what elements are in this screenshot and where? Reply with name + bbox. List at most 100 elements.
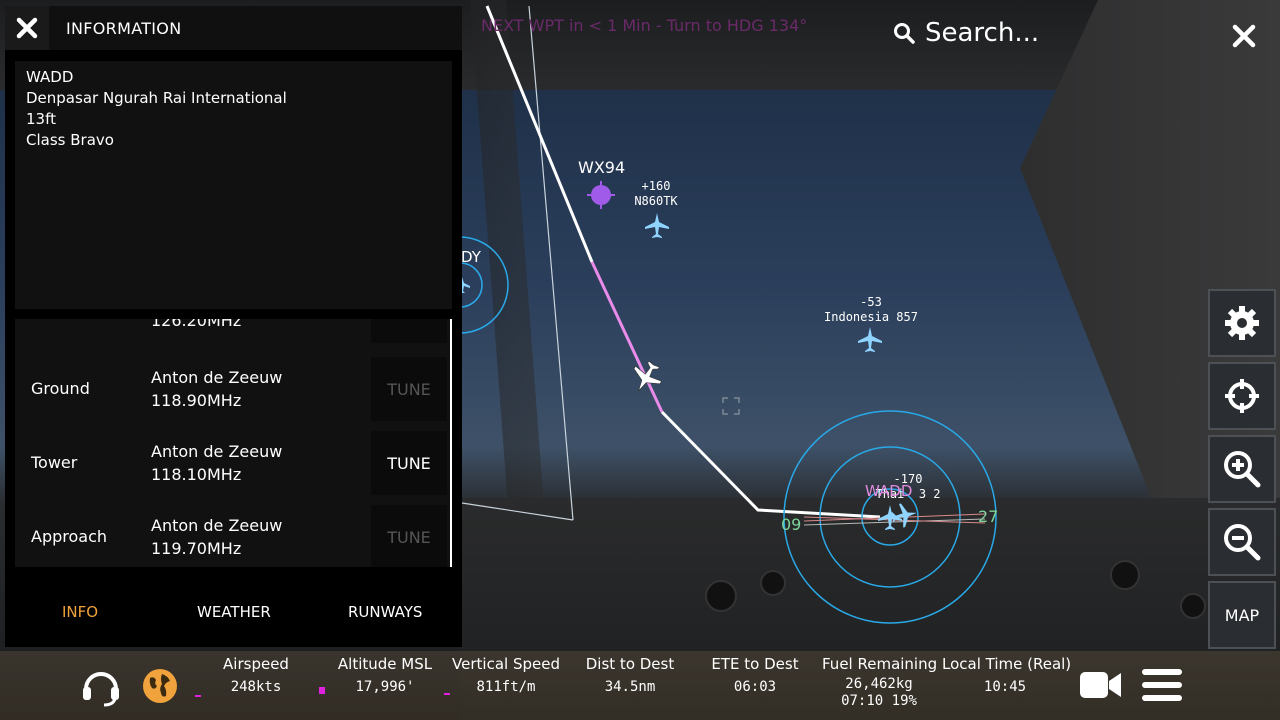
- vertical-speed-label: Vertical Speed: [452, 655, 560, 673]
- search-input[interactable]: [925, 18, 1155, 48]
- map-center-crosshair-icon: [722, 397, 740, 415]
- airport-name: Denpasar Ngurah Rai International: [26, 89, 287, 107]
- ete-value: 06:03: [733, 679, 777, 695]
- close-panel-button[interactable]: [5, 6, 49, 50]
- frequency-name: Ground: [31, 379, 90, 398]
- airport-icao: WADD: [26, 68, 74, 86]
- frequency-name: Tower: [31, 453, 78, 472]
- panel-tabs: INFO WEATHER RUNWAYS: [5, 591, 462, 635]
- weather-station-label[interactable]: WX94: [578, 158, 625, 177]
- search-bar[interactable]: [893, 18, 1155, 48]
- runway-label-09: 09: [781, 515, 802, 534]
- fuel-value: 26,462kg: [845, 676, 913, 692]
- altitude-readout[interactable]: Altitude MSL 17,996': [330, 651, 440, 696]
- search-icon: [894, 23, 915, 44]
- vertical-speed-readout[interactable]: Vertical Speed 811ft/m: [450, 651, 562, 696]
- map-button-label: MAP: [1224, 605, 1260, 625]
- frequency-value: 126.20MHz: [151, 319, 242, 330]
- dist-to-dest-readout[interactable]: Dist to Dest 34.5nm: [580, 651, 680, 696]
- own-aircraft-icon: [633, 360, 662, 392]
- fuel-readout[interactable]: Fuel Remaining 26,462kg 07:10 19%: [822, 651, 938, 710]
- active-route-segment: [590, 261, 664, 413]
- panel-title: INFORMATION: [66, 19, 182, 38]
- dist-label: Dist to Dest: [585, 655, 675, 673]
- frequency-value: 119.70MHz: [151, 539, 242, 558]
- tune-button-tower[interactable]: TUNE: [371, 431, 447, 495]
- settings-button[interactable]: [1208, 289, 1276, 357]
- traffic-callsign: Indonesia 857: [824, 310, 918, 324]
- frequency-value: 118.90MHz: [151, 391, 242, 410]
- local-time-label: Local Time (Real): [942, 655, 1072, 673]
- route-segment: [485, 5, 594, 263]
- runway-label-27: 27: [978, 507, 999, 526]
- frequency-row-ground: Ground Anton de Zeeuw 118.90MHz TUNE: [15, 357, 452, 421]
- waypoint-message: NEXT WPT in < 1 Min - Turn to HDG 134°: [481, 16, 808, 35]
- close-search-icon[interactable]: [1230, 22, 1258, 50]
- airport-info-box: WADD Denpasar Ngurah Rai International 1…: [15, 61, 452, 309]
- fuel-label: Fuel Remaining: [822, 655, 938, 673]
- status-bar: Airspeed 248kts Altitude MSL 17,996' Ver…: [0, 651, 1280, 720]
- traffic-aircraft-icon: [858, 327, 882, 352]
- traffic-altitude: -53: [860, 295, 882, 309]
- controller-name: Anton de Zeeuw: [151, 368, 283, 387]
- traffic-label-indonesia-857[interactable]: -53 Indonesia 857: [815, 295, 927, 325]
- information-panel: INFORMATION WADD Denpasar Ngurah Rai Int…: [5, 6, 462, 647]
- approach-line: [528, 5, 574, 521]
- altitude-value: 17,996': [355, 679, 415, 695]
- traffic-aircraft-icon: [645, 213, 669, 238]
- airspeed-value: 248kts: [230, 679, 282, 695]
- tab-runways[interactable]: RUNWAYS: [348, 603, 422, 621]
- traffic-altitude: +160: [641, 179, 671, 193]
- route-segment: [660, 410, 881, 519]
- center-on-aircraft-button[interactable]: [1208, 362, 1276, 430]
- local-time-value: 10:45: [983, 679, 1027, 695]
- controller-name: Anton de Zeeuw: [151, 442, 283, 461]
- panel-header: INFORMATION: [5, 6, 462, 50]
- globe-icon[interactable]: [142, 668, 178, 704]
- tune-button[interactable]: [371, 319, 447, 343]
- frequency-name: Approach: [31, 527, 108, 546]
- airport-label[interactable]: WADD: [865, 482, 912, 500]
- frequency-list[interactable]: 126.20MHz Ground Anton de Zeeuw 118.90MH…: [15, 319, 452, 567]
- airspace-class: Class Bravo: [26, 131, 114, 149]
- traffic-callsign: N860TK: [634, 194, 678, 208]
- frequency-details: Anton de Zeeuw 118.10MHz: [151, 440, 282, 486]
- zoom-out-icon: [1224, 524, 1261, 561]
- frequency-list-scrollbar[interactable]: [450, 319, 452, 567]
- zoom-out-button[interactable]: [1208, 508, 1276, 576]
- frequency-row: 126.20MHz: [15, 319, 452, 343]
- ete-readout[interactable]: ETE to Dest 06:03: [705, 651, 805, 696]
- airspeed-readout[interactable]: Airspeed 248kts: [215, 651, 297, 696]
- tab-weather[interactable]: WEATHER: [197, 603, 271, 621]
- atc-headset-icon[interactable]: [80, 665, 122, 707]
- camera-icon[interactable]: [1080, 670, 1122, 700]
- traffic-aircraft-icon: [891, 503, 917, 528]
- airport-elevation: 13ft: [26, 110, 56, 128]
- approach-line: [461, 502, 574, 521]
- gear-icon: [1225, 306, 1259, 340]
- frequency-details: Anton de Zeeuw 119.70MHz: [151, 514, 282, 560]
- dist-value: 34.5nm: [604, 679, 656, 695]
- controller-name: Anton de Zeeuw: [151, 516, 283, 535]
- zoom-in-button[interactable]: [1208, 435, 1276, 503]
- menu-icon[interactable]: [1142, 668, 1182, 702]
- weather-station-marker: [587, 181, 615, 209]
- vertical-speed-value: 811ft/m: [476, 679, 536, 695]
- zoom-in-icon: [1224, 451, 1261, 488]
- local-time-readout[interactable]: Local Time (Real) 10:45: [942, 651, 1072, 696]
- frequency-row-tower: Tower Anton de Zeeuw 118.10MHz TUNE: [15, 431, 452, 495]
- tab-info[interactable]: INFO: [62, 603, 98, 621]
- airspeed-marker: [195, 695, 201, 697]
- altitude-marker: [319, 687, 325, 694]
- traffic-label-n860tk[interactable]: +160 N860TK: [620, 179, 692, 209]
- tune-button-approach[interactable]: TUNE: [371, 505, 447, 567]
- traffic-aircraft-icon: [878, 505, 902, 530]
- tune-button-ground[interactable]: TUNE: [371, 357, 447, 421]
- frequency-value: 118.10MHz: [151, 465, 242, 484]
- airport-label-partial: DY: [461, 248, 481, 266]
- fuel-time-value: 07:10 19%: [841, 693, 917, 709]
- airspeed-label: Airspeed: [223, 655, 289, 673]
- frequency-row-approach: Approach Anton de Zeeuw 119.70MHz TUNE: [15, 505, 452, 567]
- map-button[interactable]: MAP: [1208, 581, 1276, 649]
- altitude-label: Altitude MSL: [337, 655, 433, 673]
